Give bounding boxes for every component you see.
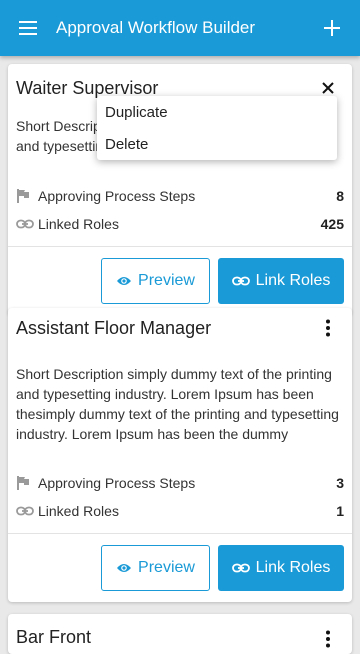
card-title: Assistant Floor Manager [16,317,212,338]
steps-label: Approving Process Steps [38,188,196,204]
link-icon [231,563,250,573]
more-options-button[interactable] [312,622,344,648]
more-vertical-icon [326,630,330,648]
app-title: Approval Workflow Builder [56,18,256,37]
link-roles-button[interactable]: Link Roles [218,545,344,591]
steps-label: Approving Process Steps [38,475,196,491]
preview-label: Preview [138,559,195,576]
menu-item-delete[interactable]: Delete [97,128,337,160]
linked-roles-row: Linked Roles 1 [16,497,344,525]
link-roles-button[interactable]: Link Roles [218,258,344,304]
card-options-menu: Duplicate Delete [97,96,337,160]
app-bar: Approval Workflow Builder [0,0,360,56]
flag-icon [17,476,29,490]
workflow-card: Bar Front [8,614,352,654]
roles-count: 425 [320,216,344,232]
link-icon [16,506,34,516]
eye-icon [117,277,132,285]
link-icon [231,276,250,286]
card-title: Bar Front [16,627,92,647]
link-roles-label: Link Roles [255,272,331,289]
plus-icon [324,20,340,36]
link-icon [16,219,34,229]
menu-button[interactable] [0,0,56,56]
add-workflow-button[interactable] [304,0,360,56]
steps-count: 8 [336,188,344,204]
more-vertical-icon [326,319,330,337]
preview-button[interactable]: Preview [101,545,210,591]
card-description: Short Description simply dummy text of t… [16,366,339,442]
approving-steps-row: Approving Process Steps 3 [16,469,344,497]
linked-roles-row: Linked Roles 425 [16,210,344,238]
workflow-card: Assistant Floor Manager Short Descriptio… [8,308,352,602]
flag-icon [17,189,29,203]
eye-icon [117,564,132,572]
roles-label: Linked Roles [38,503,119,519]
preview-label: Preview [138,272,195,289]
roles-label: Linked Roles [38,216,119,232]
roles-count: 1 [336,503,344,519]
link-roles-label: Link Roles [255,559,331,576]
more-options-button[interactable] [312,312,344,344]
approving-steps-row: Approving Process Steps 8 [16,182,344,210]
close-icon [322,82,334,94]
menu-item-duplicate[interactable]: Duplicate [97,96,337,128]
steps-count: 3 [336,475,344,491]
preview-button[interactable]: Preview [101,258,210,304]
hamburger-menu-icon [19,21,37,35]
